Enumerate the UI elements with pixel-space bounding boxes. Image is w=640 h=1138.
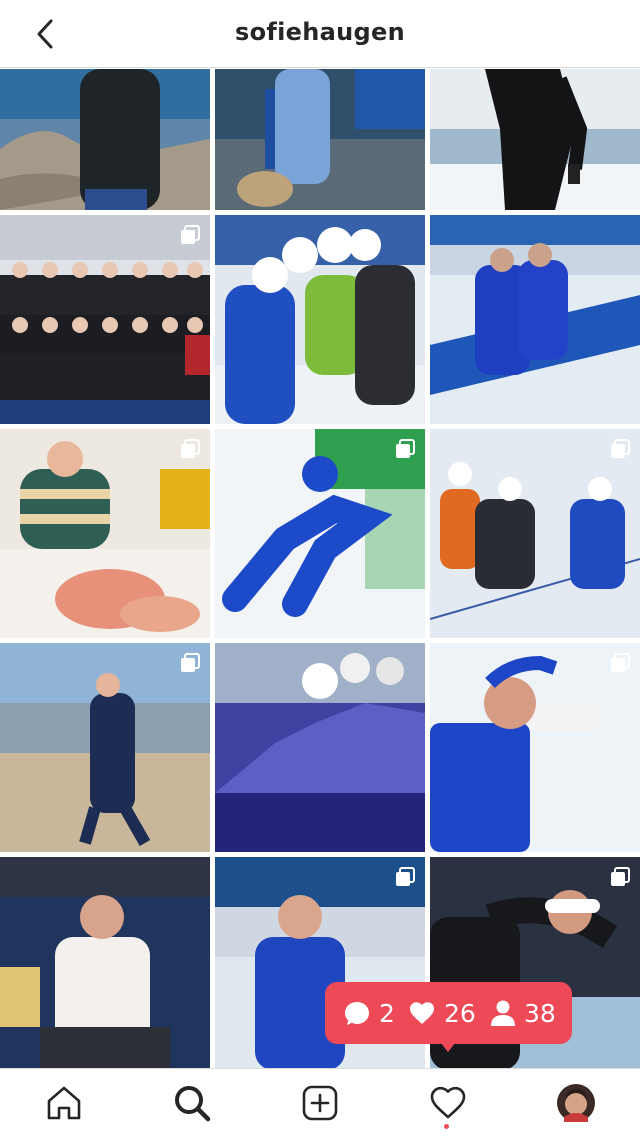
heart-outline-icon (430, 1086, 466, 1119)
multiple-posts-icon (181, 225, 200, 244)
grid-post[interactable] (215, 69, 425, 210)
follows-stat: 38 (490, 996, 556, 1030)
grid-post[interactable] (430, 69, 640, 210)
post-grid (0, 69, 640, 1070)
multiple-posts-icon (181, 439, 200, 458)
avatar (557, 1084, 595, 1122)
multiple-posts-icon (396, 867, 415, 886)
multiple-posts-icon (611, 867, 630, 886)
likes-stat: 26 (408, 996, 476, 1030)
grid-post[interactable] (0, 429, 210, 638)
nav-profile[interactable] (554, 1081, 598, 1125)
multiple-posts-icon (181, 653, 200, 672)
nav-home[interactable] (42, 1081, 86, 1125)
search-icon (175, 1086, 211, 1122)
follows-count: 38 (524, 998, 556, 1028)
grid-post[interactable] (215, 215, 425, 424)
grid-post[interactable] (215, 643, 425, 852)
bottom-navigation (0, 1068, 640, 1138)
grid-post[interactable] (215, 429, 425, 638)
grid-post[interactable] (430, 215, 640, 424)
grid-post[interactable] (0, 69, 210, 210)
activity-popup[interactable]: 2 26 38 (325, 982, 572, 1052)
comments-stat: 2 (343, 996, 395, 1030)
heart-icon (410, 1002, 434, 1024)
plus-square-icon (302, 1085, 338, 1121)
nav-search[interactable] (170, 1081, 214, 1125)
comments-count: 2 (379, 998, 395, 1028)
multiple-posts-icon (396, 439, 415, 458)
grid-post[interactable] (430, 643, 640, 852)
home-icon (47, 1086, 81, 1120)
profile-username: sofiehaugen (235, 18, 405, 46)
comment-icon (345, 1002, 369, 1025)
likes-count: 26 (444, 998, 476, 1028)
nav-create-post[interactable] (298, 1081, 342, 1125)
grid-post[interactable] (430, 429, 640, 638)
multiple-posts-icon (611, 439, 630, 458)
activity-notification-dot (444, 1124, 449, 1129)
activity-popup-tail (437, 1038, 459, 1052)
nav-activity[interactable] (426, 1081, 470, 1125)
grid-post[interactable] (0, 643, 210, 852)
multiple-posts-icon (611, 653, 630, 672)
grid-post[interactable] (0, 857, 210, 1070)
header: sofiehaugen (0, 0, 640, 68)
person-icon (491, 1000, 515, 1026)
grid-post[interactable] (0, 215, 210, 424)
